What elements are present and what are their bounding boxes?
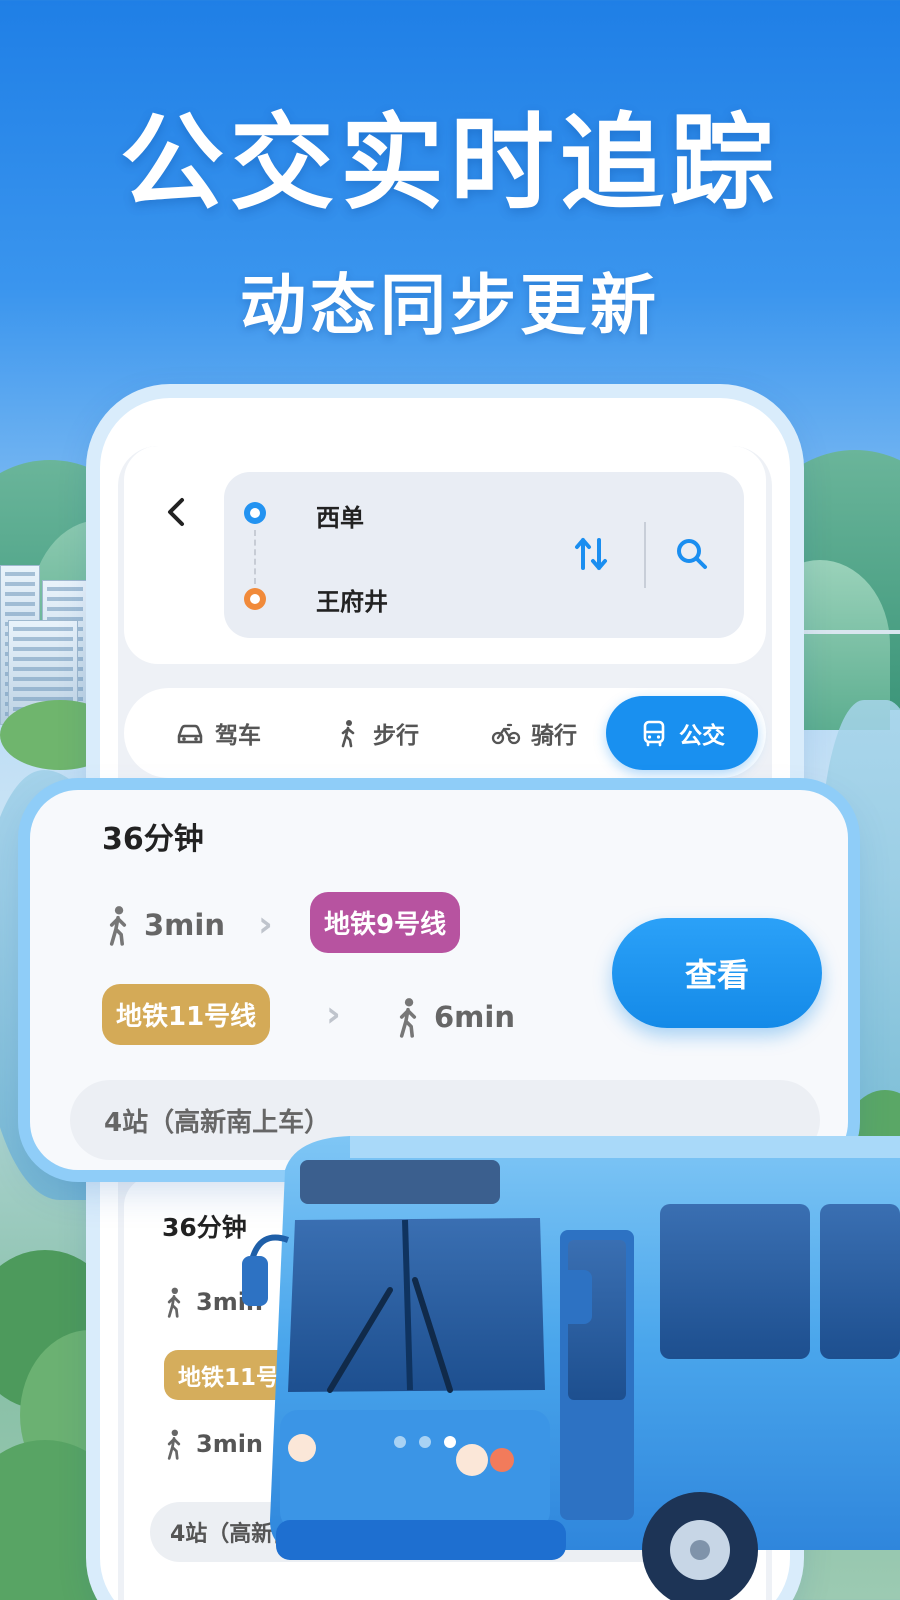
swap-icon[interactable] — [569, 532, 613, 576]
search-icon[interactable] — [674, 536, 710, 572]
bus-illustration — [242, 1136, 900, 1600]
walk-icon — [341, 720, 355, 748]
car-icon — [177, 724, 203, 744]
tab-walk[interactable]: 步行 — [300, 696, 452, 770]
bike-icon — [491, 723, 521, 745]
bridge — [790, 630, 900, 670]
route-connector — [254, 530, 256, 584]
line-badge-11: 地铁11号线 — [102, 984, 271, 1045]
walk-icon — [109, 906, 127, 946]
route-duration: 36分钟 — [162, 1213, 247, 1242]
tab-drive[interactable]: 驾车 — [142, 696, 294, 770]
tab-walk-label: 步行 — [373, 723, 419, 749]
promo-subline: 动态同步更新 — [240, 267, 660, 344]
walk-duration: 6min — [434, 1000, 515, 1034]
view-route-button[interactable]: 查看 — [612, 918, 822, 1028]
bus-icon — [643, 720, 665, 747]
route-input-box: 西单 王府井 — [224, 472, 744, 638]
divider — [644, 522, 646, 588]
walk-icon — [167, 1429, 181, 1460]
line-badge-9: 地铁9号线 — [310, 892, 461, 953]
travel-mode-tabs: 驾车 步行 骑行 公交 — [124, 688, 766, 778]
route-duration: 36分钟 — [102, 822, 204, 857]
start-point-icon — [244, 502, 266, 524]
end-location-field[interactable]: 王府井 — [316, 582, 388, 617]
chevron-right-icon: › — [326, 994, 341, 1035]
tab-bus-label: 公交 — [679, 723, 725, 749]
start-location-field[interactable]: 西单 — [316, 498, 364, 533]
walk-icon — [399, 998, 417, 1038]
route-result-card[interactable]: 36分钟 3min › 地铁9号线 地铁11号线 › 6min 查看 4站（高新… — [30, 790, 848, 1170]
tab-bike-label: 骑行 — [531, 723, 577, 749]
chevron-left-icon — [168, 498, 184, 526]
tab-bus[interactable]: 公交 — [606, 696, 758, 770]
back-button[interactable] — [162, 494, 192, 530]
tab-drive-label: 驾车 — [215, 723, 261, 749]
walk-segment: 3min — [102, 904, 225, 946]
walk-icon — [167, 1287, 181, 1318]
route-search-card: 西单 王府井 — [124, 446, 766, 664]
promo-headline: 公交实时追踪 — [119, 102, 780, 224]
chevron-right-icon: › — [258, 904, 273, 945]
end-point-icon — [244, 588, 266, 610]
walk-duration: 3min — [144, 908, 225, 942]
tab-bike[interactable]: 骑行 — [458, 696, 610, 770]
walk-segment: 6min — [392, 996, 515, 1038]
